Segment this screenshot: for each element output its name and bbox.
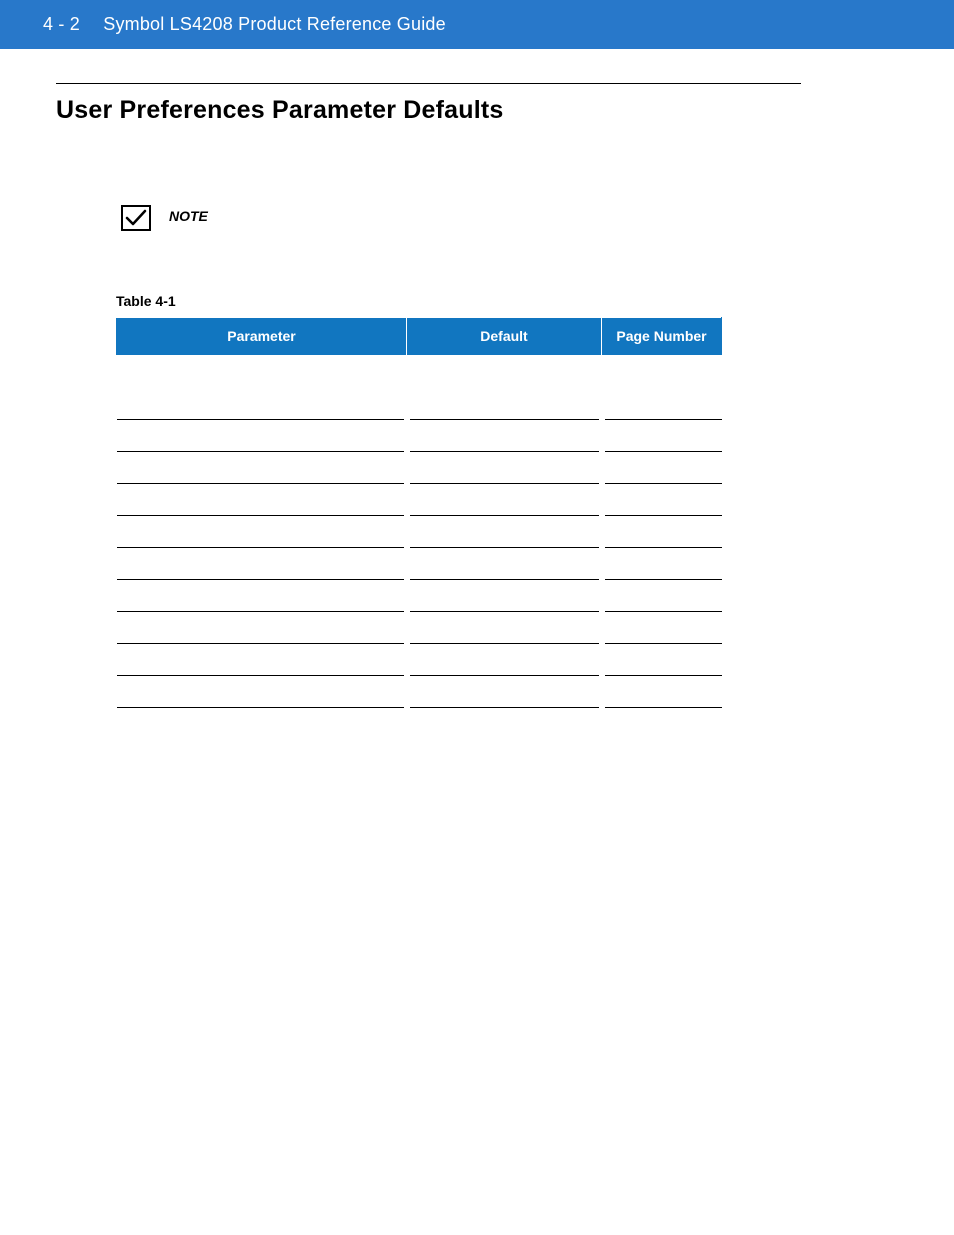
table-cell-default	[407, 515, 602, 547]
table-cell-parameter	[117, 451, 407, 483]
table-cell-parameter	[117, 675, 407, 707]
table-cell-default	[407, 611, 602, 643]
col-header-default: Default	[407, 318, 602, 356]
table-cell-parameter	[117, 387, 407, 419]
table-cell-default	[407, 451, 602, 483]
table-cell-page_number	[602, 387, 722, 419]
table-cell-page_number	[602, 515, 722, 547]
doc-title: Symbol LS4208 Product Reference Guide	[103, 14, 446, 34]
table-cell-parameter	[117, 483, 407, 515]
table-spacer-row	[117, 355, 722, 387]
table-row	[117, 387, 722, 419]
table-row	[117, 547, 722, 579]
table-cell-parameter	[117, 419, 407, 451]
table-cell-default	[407, 547, 602, 579]
table-cell-default	[407, 387, 602, 419]
table-row	[117, 419, 722, 451]
table-cell-default	[407, 675, 602, 707]
table-row	[117, 643, 722, 675]
table-cell-parameter	[117, 643, 407, 675]
page-header: 4 - 2 Symbol LS4208 Product Reference Gu…	[0, 0, 954, 49]
table-cell-parameter	[117, 547, 407, 579]
section-title: User Preferences Parameter Defaults	[56, 96, 898, 125]
table-cell-page_number	[602, 419, 722, 451]
table-cell-page_number	[602, 483, 722, 515]
table-cell-page_number	[602, 547, 722, 579]
page-number: 4 - 2	[43, 14, 80, 35]
parameter-defaults-table: Parameter Default Page Number	[116, 317, 722, 708]
table-cell-parameter	[117, 515, 407, 547]
table-caption: Table 4-1	[116, 293, 898, 309]
table-row	[117, 451, 722, 483]
table-cell-default	[407, 643, 602, 675]
table-row	[117, 611, 722, 643]
table-cell-default	[407, 579, 602, 611]
table-row	[117, 675, 722, 707]
table-cell-parameter	[117, 611, 407, 643]
table-cell-page_number	[602, 643, 722, 675]
table-cell-page_number	[602, 675, 722, 707]
table-row	[117, 579, 722, 611]
section-divider	[56, 83, 801, 84]
table-cell-page_number	[602, 611, 722, 643]
table-cell-default	[407, 419, 602, 451]
note-label: NOTE	[169, 208, 208, 224]
table-cell-page_number	[602, 579, 722, 611]
table-header-row: Parameter Default Page Number	[117, 318, 722, 356]
page-content: User Preferences Parameter Defaults NOTE…	[0, 83, 954, 708]
note-block: NOTE	[121, 205, 898, 231]
col-header-parameter: Parameter	[117, 318, 407, 356]
table-cell-parameter	[117, 579, 407, 611]
checkmark-icon	[121, 205, 151, 231]
col-header-page-number: Page Number	[602, 318, 722, 356]
table-cell-page_number	[602, 451, 722, 483]
table-cell-default	[407, 483, 602, 515]
table-row	[117, 515, 722, 547]
table-row	[117, 483, 722, 515]
